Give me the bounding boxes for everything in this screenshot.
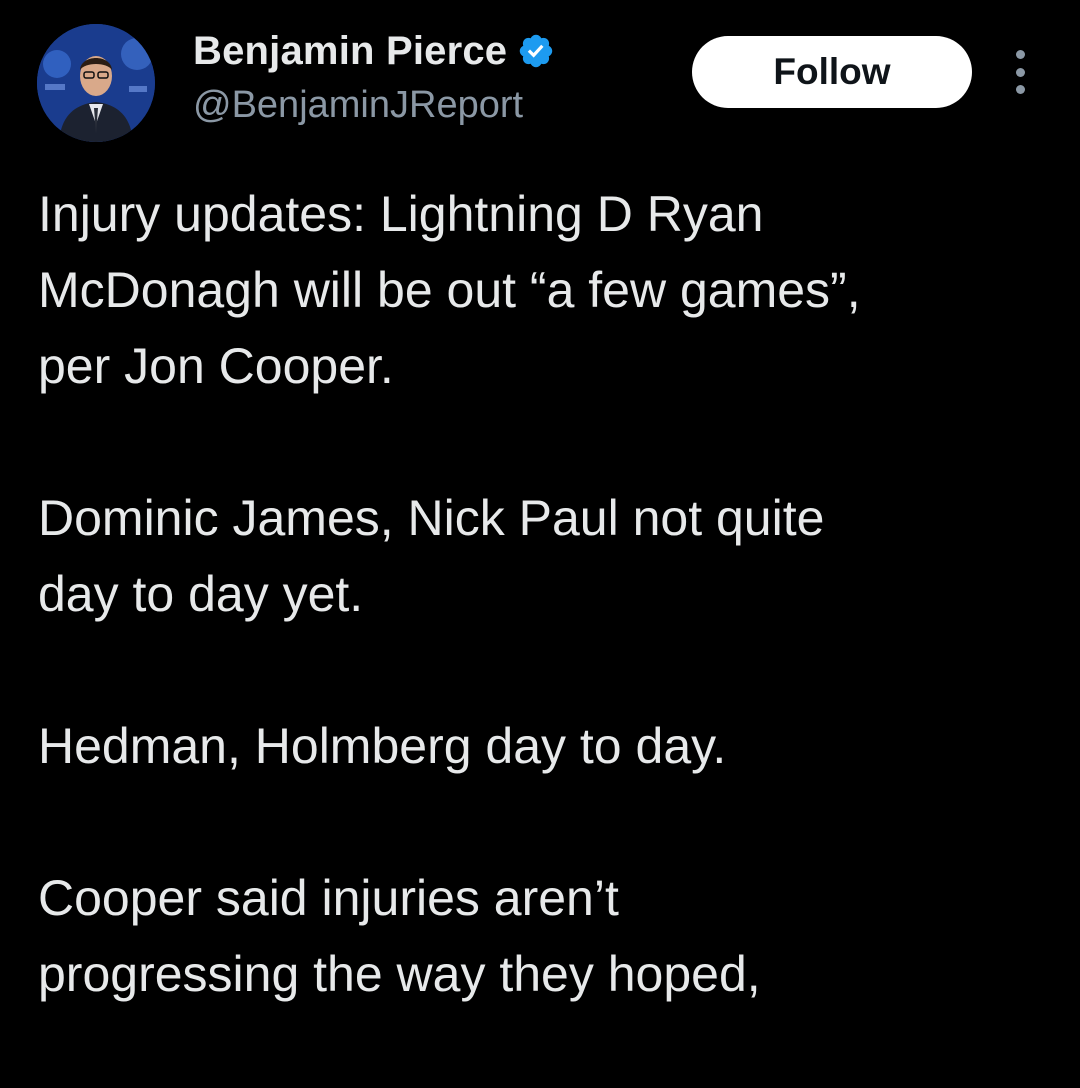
post-text: Injury updates: Lightning D Ryan McDonag… bbox=[38, 176, 1048, 1088]
post-line: McDonagh will be out “a few games”, bbox=[38, 262, 861, 318]
post-paragraph: Injury updates: Lightning D Ryan McDonag… bbox=[38, 176, 1048, 404]
post-header: Benjamin Pierce @BenjaminJReport Follow bbox=[0, 0, 1080, 160]
avatar-photo-icon bbox=[37, 24, 155, 142]
author-handle[interactable]: @BenjaminJReport bbox=[193, 84, 523, 127]
post-paragraph: Dominic James, Nick Paul not quite day t… bbox=[38, 480, 1048, 632]
post-paragraph: Cooper said injuries aren’t progressing … bbox=[38, 860, 1048, 1012]
follow-button[interactable]: Follow bbox=[692, 36, 972, 108]
more-dot bbox=[1015, 67, 1025, 77]
verified-badge-icon bbox=[517, 32, 555, 70]
more-dot bbox=[1015, 85, 1025, 94]
more-options-icon[interactable] bbox=[1008, 50, 1032, 94]
display-name-row: Benjamin Pierce bbox=[193, 26, 555, 76]
post-line: Cooper said injuries aren’t bbox=[38, 870, 619, 926]
post-line: Hedman, Holmberg day to day. bbox=[38, 718, 727, 774]
more-dot bbox=[1015, 50, 1025, 59]
post-paragraph: Hedman, Holmberg day to day. bbox=[38, 708, 1048, 784]
author-display-name[interactable]: Benjamin Pierce bbox=[193, 29, 507, 74]
author-avatar[interactable] bbox=[37, 24, 155, 142]
post-line: progressing the way they hoped, bbox=[38, 946, 761, 1002]
post-line: day to day yet. bbox=[38, 566, 364, 622]
post-line: per Jon Cooper. bbox=[38, 338, 394, 394]
post-line: Dominic James, Nick Paul not quite bbox=[38, 490, 825, 546]
post-line: Injury updates: Lightning D Ryan bbox=[38, 186, 764, 242]
